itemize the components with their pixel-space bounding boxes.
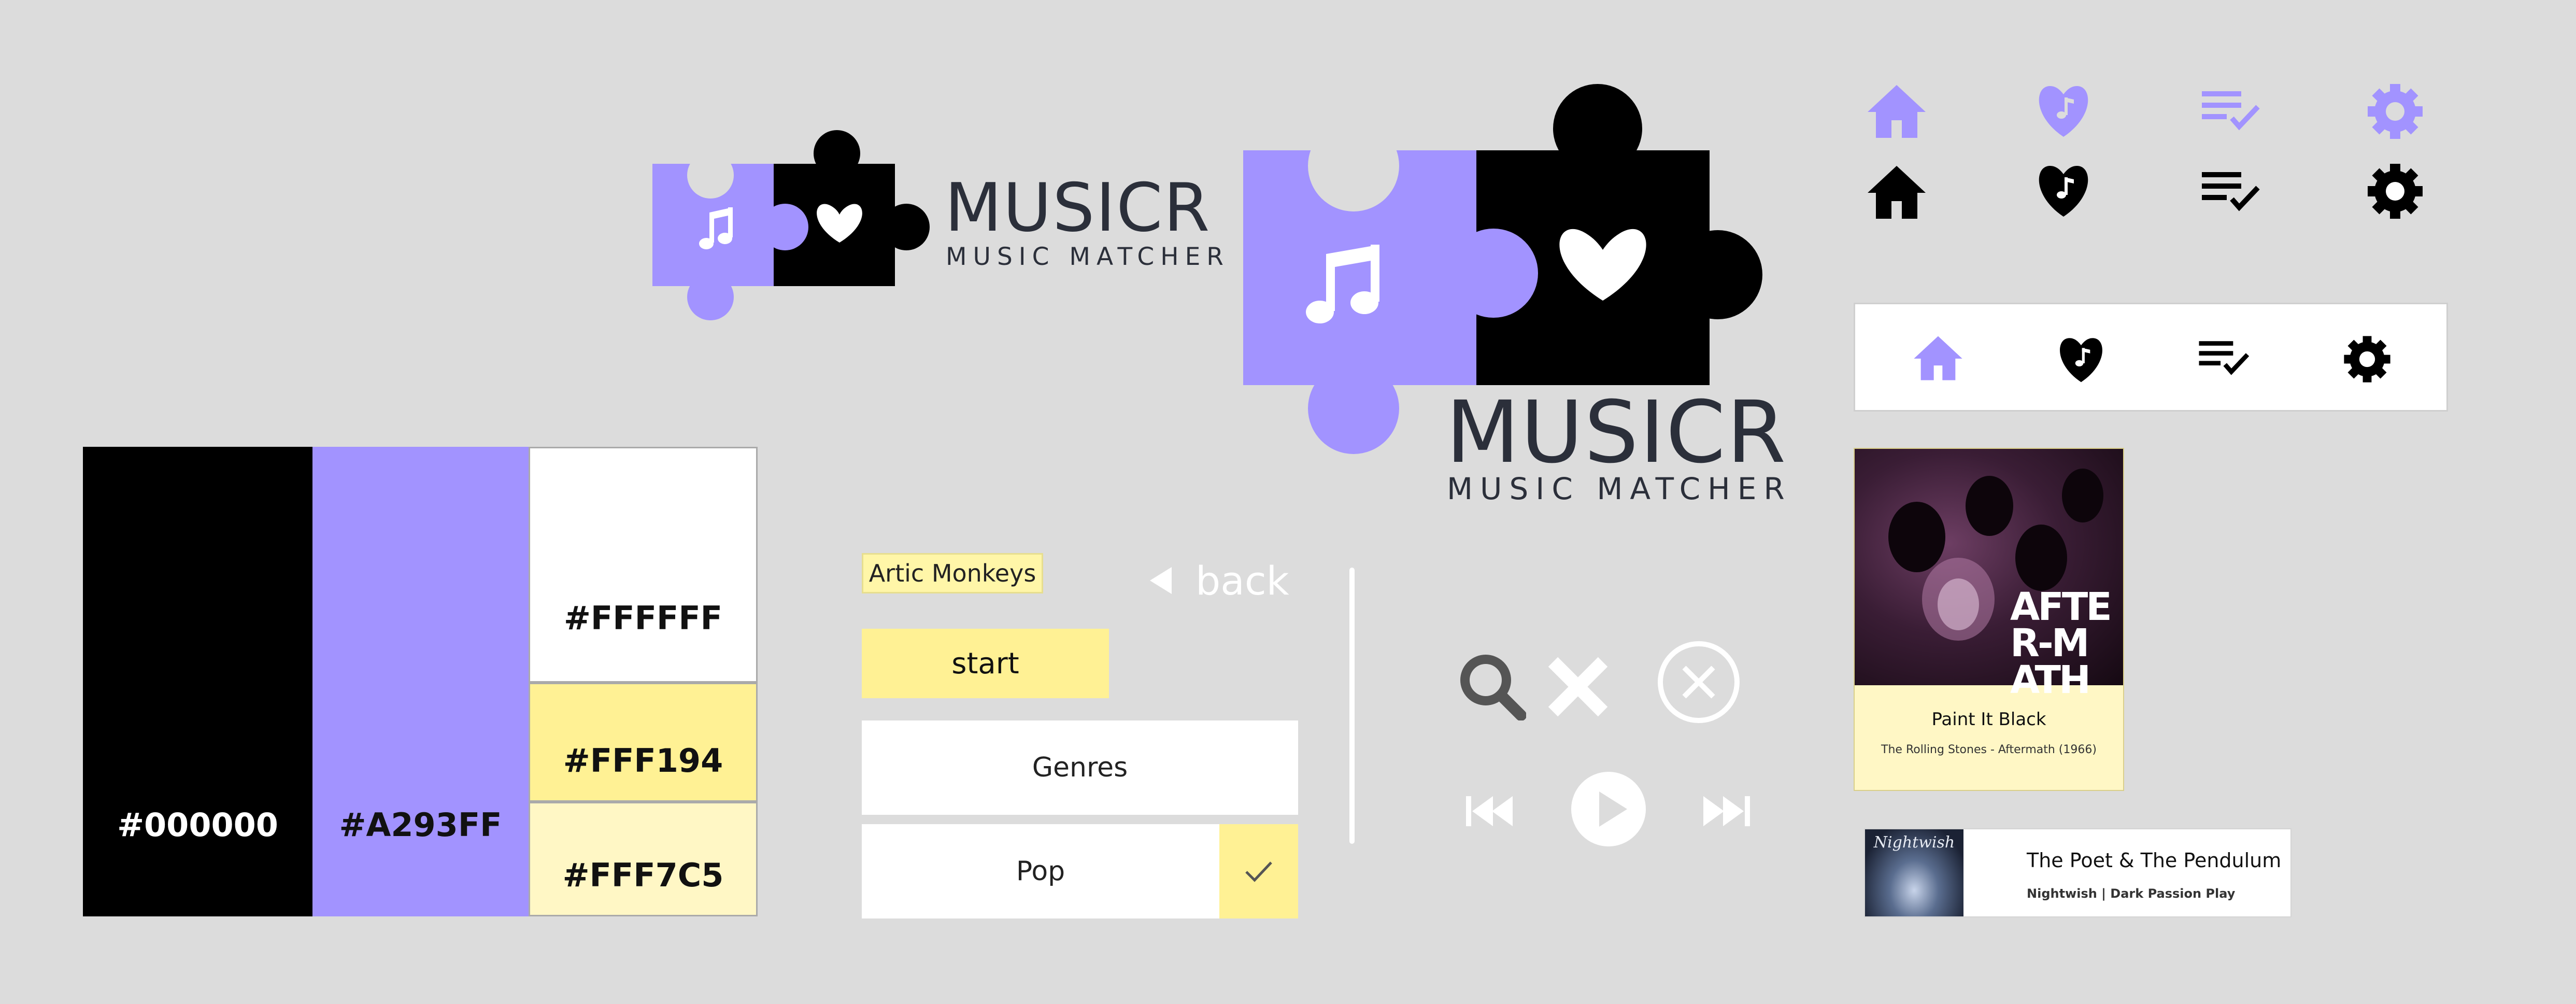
- logo-large-subtitle: MUSIC MATCHER: [1447, 471, 1792, 506]
- back-button[interactable]: back: [1148, 555, 1345, 606]
- swatch-yellow: #FFF194: [529, 683, 758, 802]
- logo-small-title: MUSICR: [945, 169, 1211, 247]
- swatch-black: #000000: [83, 447, 312, 916]
- swatch-black-label: #000000: [117, 806, 278, 844]
- start-button[interactable]: start: [862, 629, 1109, 698]
- nav-home-icon[interactable]: [1912, 334, 1964, 382]
- album-art: AFTER-MATH: [1855, 449, 2123, 699]
- bottom-nav-bar: [1854, 303, 2448, 412]
- swatch-white-label: #FFFFFF: [563, 599, 723, 637]
- swatch-purple-label: #A293FF: [339, 806, 502, 844]
- heart-music-icon[interactable]: [2032, 162, 2095, 219]
- color-palette: #000000 #A293FF #FFFFFF #FFF194 #FFF7C5: [83, 447, 758, 916]
- play-icon[interactable]: [1570, 771, 1647, 847]
- vertical-divider: [1349, 568, 1355, 844]
- featured-song-card[interactable]: AFTER-MATH Paint It Black The Rolling St…: [1854, 448, 2124, 791]
- gear-icon[interactable]: [2366, 82, 2425, 141]
- pop-genre-option[interactable]: Pop: [862, 824, 1298, 918]
- close-circle-icon[interactable]: [1656, 639, 1742, 725]
- album-thumbnail-text: Nightwish: [1873, 833, 1955, 852]
- close-icon[interactable]: [1547, 656, 1609, 718]
- swatch-yellow-label: #FFF194: [563, 742, 723, 780]
- list-item-subtitle: Nightwish | Dark Passion Play: [2027, 886, 2236, 901]
- song-list-item[interactable]: Nightwish The Poet & The Pendulum Nightw…: [1864, 828, 2292, 917]
- pop-selected-indicator[interactable]: [1219, 824, 1298, 918]
- logo-small-subtitle: MUSIC MATCHER: [946, 243, 1230, 271]
- gear-icon[interactable]: [2366, 162, 2425, 221]
- pop-label: Pop: [862, 824, 1219, 918]
- featured-song-title: Paint It Black: [1931, 709, 2046, 730]
- swatch-light-yellow-label: #FFF7C5: [562, 856, 724, 894]
- check-icon: [1245, 861, 1272, 882]
- home-icon[interactable]: [1866, 83, 1928, 140]
- home-icon[interactable]: [1866, 164, 1928, 221]
- swatch-white: #FFFFFF: [529, 447, 758, 683]
- featured-song-subtitle: The Rolling Stones - Aftermath (1966): [1881, 743, 2097, 756]
- genres-button[interactable]: Genres: [862, 720, 1298, 815]
- artist-chip[interactable]: Artic Monkeys: [862, 553, 1043, 593]
- search-icon[interactable]: [1459, 653, 1526, 720]
- album-art-text: AFTER-MATH: [2010, 585, 2112, 702]
- playlist-check-icon[interactable]: [2200, 169, 2262, 216]
- list-item-title: The Poet & The Pendulum: [2027, 849, 2282, 872]
- skip-forward-icon[interactable]: [1702, 793, 1752, 829]
- heart-music-icon[interactable]: [2032, 82, 2095, 139]
- playlist-check-icon[interactable]: [2200, 88, 2262, 135]
- logo-small-puzzle: [652, 130, 930, 320]
- logo-large-title: MUSICR: [1446, 383, 1787, 482]
- back-arrow-icon: [1150, 567, 1172, 594]
- nav-playlist-check-icon[interactable]: [2197, 338, 2251, 379]
- swatch-purple: #A293FF: [312, 447, 529, 916]
- swatch-light-yellow: #FFF7C5: [529, 802, 758, 916]
- nav-heart-music-icon[interactable]: [2054, 334, 2108, 384]
- nav-gear-icon[interactable]: [2342, 334, 2392, 384]
- back-label: back: [1196, 557, 1289, 604]
- album-thumbnail: Nightwish: [1865, 829, 1963, 916]
- skip-back-icon[interactable]: [1464, 793, 1514, 829]
